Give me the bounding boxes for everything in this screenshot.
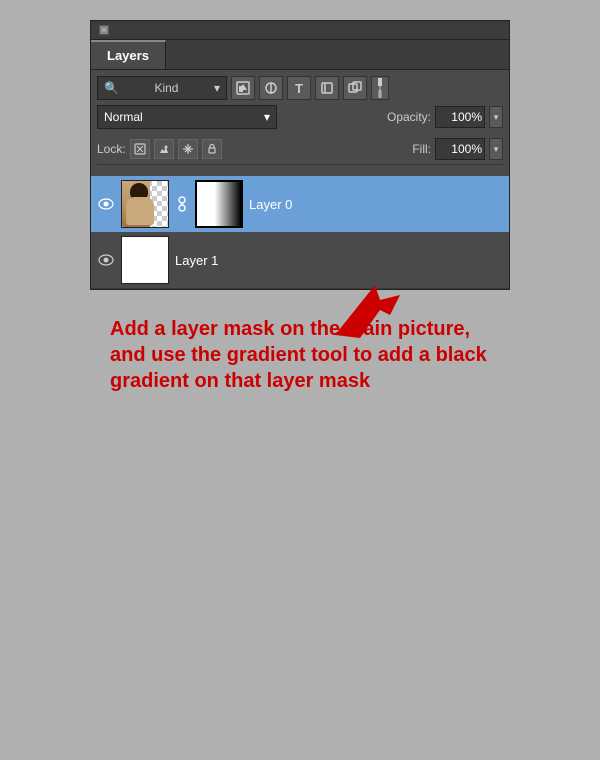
lock-transparent-icon[interactable] bbox=[130, 139, 150, 159]
smartobject-icon[interactable] bbox=[343, 76, 367, 100]
layer-0-chain-icon bbox=[175, 197, 189, 211]
opacity-label: Opacity: bbox=[387, 110, 431, 124]
kind-dropdown[interactable]: 🔍 Kind ▾ bbox=[97, 76, 227, 100]
filter-slider-icon[interactable] bbox=[371, 76, 389, 100]
layer-1-thumbnail bbox=[121, 236, 169, 284]
fill-input[interactable] bbox=[435, 138, 485, 160]
lock-label: Lock: bbox=[97, 142, 126, 156]
lock-all-icon[interactable] bbox=[202, 139, 222, 159]
title-bar: × bbox=[91, 21, 509, 40]
blend-dropdown-arrow: ▾ bbox=[264, 110, 270, 124]
kind-row: 🔍 Kind ▾ T bbox=[97, 76, 503, 100]
fill-row: Fill: ▾ bbox=[412, 138, 503, 160]
lock-position-icon[interactable] bbox=[178, 139, 198, 159]
blend-mode-dropdown[interactable]: Normal ▾ bbox=[97, 105, 277, 129]
annotation-text: Add a layer mask on the main picture, an… bbox=[100, 306, 500, 404]
lock-fill-row: Lock: Fill: ▾ bbox=[97, 134, 503, 165]
layer-1-visibility-icon[interactable] bbox=[97, 251, 115, 269]
fill-label: Fill: bbox=[412, 142, 431, 156]
shape-icon[interactable] bbox=[315, 76, 339, 100]
layer-row-1[interactable]: Layer 1 bbox=[91, 232, 509, 289]
type-icon[interactable]: T bbox=[287, 76, 311, 100]
close-button[interactable]: × bbox=[99, 25, 109, 35]
mask-gradient bbox=[197, 182, 241, 226]
layer-0-mask-thumbnail bbox=[195, 180, 243, 228]
layer-1-thumb-content bbox=[122, 237, 168, 283]
opacity-input[interactable] bbox=[435, 106, 485, 128]
fill-dropdown-btn[interactable]: ▾ bbox=[489, 138, 503, 160]
lock-image-icon[interactable] bbox=[154, 139, 174, 159]
layer-0-thumbnail bbox=[121, 180, 169, 228]
annotation-area: Add a layer mask on the main picture, an… bbox=[90, 290, 510, 420]
layer-0-visibility-icon[interactable] bbox=[97, 195, 115, 213]
panel-content: 🔍 Kind ▾ T bbox=[91, 70, 509, 176]
tab-bar: Layers bbox=[91, 40, 509, 70]
adjustment-icon[interactable] bbox=[259, 76, 283, 100]
layer-1-name: Layer 1 bbox=[175, 253, 503, 268]
opacity-row: Opacity: ▾ bbox=[281, 106, 503, 128]
opacity-dropdown-btn[interactable]: ▾ bbox=[489, 106, 503, 128]
search-icon: 🔍 bbox=[104, 81, 119, 95]
panel-container: × Layers 🔍 Kind ▾ T bbox=[90, 20, 510, 290]
layers-panel: × Layers 🔍 Kind ▾ T bbox=[90, 20, 510, 420]
image-icon[interactable] bbox=[231, 76, 255, 100]
tab-layers[interactable]: Layers bbox=[91, 40, 166, 69]
kind-dropdown-arrow: ▾ bbox=[214, 81, 220, 95]
red-arrow-annotation bbox=[330, 280, 410, 340]
blend-opacity-row: Normal ▾ Opacity: ▾ bbox=[97, 105, 503, 129]
layer-0-name: Layer 0 bbox=[249, 197, 503, 212]
layers-list: Layer 0 Layer 1 bbox=[91, 176, 509, 289]
kind-label: Kind bbox=[154, 81, 178, 95]
blend-mode-label: Normal bbox=[104, 110, 143, 124]
layer-row-0[interactable]: Layer 0 bbox=[91, 176, 509, 232]
